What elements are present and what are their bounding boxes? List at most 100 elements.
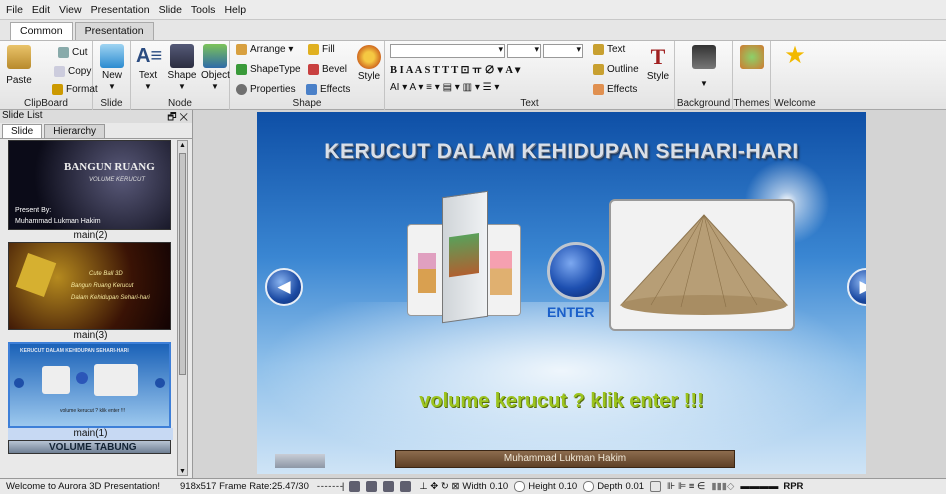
- font-size-select[interactable]: [507, 44, 541, 58]
- toolbar-icon[interactable]: [383, 481, 395, 492]
- text-node-button[interactable]: A≡ Text ▼: [135, 44, 163, 91]
- effects-button[interactable]: Effects: [306, 84, 350, 95]
- chevron-down-icon: ▼: [700, 79, 708, 88]
- conical-hat-icon: [619, 214, 789, 315]
- flip-card: [442, 190, 488, 324]
- paste-icon: [7, 45, 31, 69]
- distribute-tools[interactable]: ▮▮▮◇: [711, 481, 734, 492]
- slide-thumbnail[interactable]: Cute Ball 3D Bangun Ruang Kerucut Dalam …: [8, 242, 171, 330]
- globe-icon[interactable]: [547, 242, 605, 300]
- properties-button[interactable]: Properties: [236, 84, 296, 95]
- hat-card[interactable]: [609, 199, 795, 331]
- menu-slide[interactable]: Slide: [159, 4, 182, 16]
- shape-style-button[interactable]: Style: [356, 45, 382, 82]
- toolbar-icon[interactable]: [366, 481, 378, 492]
- width-value[interactable]: 0.10: [490, 481, 509, 492]
- new-slide-button[interactable]: New ▼: [99, 44, 125, 91]
- tab-hierarchy[interactable]: Hierarchy: [44, 124, 106, 138]
- node-group: A≡ Text ▼ Shape ▼ Object ▼ Node: [131, 41, 230, 111]
- height-value[interactable]: 0.10: [559, 481, 578, 492]
- bevel-button[interactable]: Bevel: [308, 64, 347, 75]
- menu-help[interactable]: Help: [224, 4, 246, 16]
- shapetype-icon: [236, 64, 247, 75]
- panel-title: Slide List: [2, 110, 43, 121]
- depth-label: Depth: [597, 481, 623, 492]
- text-style-button[interactable]: T Style: [645, 45, 671, 83]
- slide-thumbnail[interactable]: BANGUN RUANG VOLUME KERUCUT Present By: …: [8, 140, 171, 230]
- text-effects-button[interactable]: Effects: [593, 84, 637, 95]
- text-align-toolbar[interactable]: AI ▾ A ▾ ≡ ▾ ▤ ▾ ▥ ▾ ☰ ▾: [390, 82, 499, 93]
- tab-common[interactable]: Common: [10, 22, 73, 40]
- welcome-group[interactable]: ★ Welcome: [771, 41, 819, 111]
- menu-presentation[interactable]: Presentation: [91, 4, 150, 16]
- menu-view[interactable]: View: [59, 4, 82, 16]
- next-slide-button[interactable]: ▶: [847, 268, 866, 306]
- menu-file[interactable]: File: [6, 4, 23, 16]
- tab-presentation[interactable]: Presentation: [74, 22, 154, 40]
- text-outline-button[interactable]: Outline: [593, 64, 639, 75]
- shape-node-button[interactable]: Shape ▼: [167, 44, 197, 91]
- enter-label[interactable]: ENTER: [547, 304, 594, 320]
- panel-controls[interactable]: 🗗 ✕: [167, 110, 188, 123]
- nav-mini-buttons[interactable]: [275, 454, 325, 468]
- fill-button[interactable]: Fill: [308, 44, 335, 55]
- themes-group[interactable]: Themes: [733, 41, 771, 111]
- depth-toggle[interactable]: [583, 481, 595, 492]
- copy-button[interactable]: Copy: [54, 66, 91, 77]
- thumbnail-scrollbar[interactable]: ▲ ▼: [177, 140, 188, 476]
- text-a-icon: A≡: [136, 45, 163, 67]
- format-button[interactable]: Format: [52, 84, 98, 95]
- text-format-toolbar[interactable]: B I A A S T T T ⊡ ㅠ ∅ ▾ A ▾: [390, 62, 520, 77]
- toolbar-icon[interactable]: [400, 481, 412, 492]
- cut-button[interactable]: Cut: [58, 47, 88, 58]
- gear-icon: [236, 84, 247, 95]
- star-icon: ★: [784, 42, 806, 69]
- chevron-down-icon: ▼: [178, 82, 186, 91]
- paste-button[interactable]: Paste: [6, 45, 32, 86]
- scrollbar-thumb[interactable]: [179, 153, 186, 375]
- text-group: B I A A S T T T ⊡ ㅠ ∅ ▾ A ▾ AI ▾ A ▾ ≡ ▾…: [385, 41, 675, 111]
- prev-slide-button[interactable]: ◀: [265, 268, 303, 306]
- menu-bar: File Edit View Presentation Slide Tools …: [0, 0, 946, 20]
- arrange-button[interactable]: Arrange ▾: [236, 44, 293, 55]
- palette-icon: [357, 45, 381, 69]
- thumbnail-caption: main(2): [73, 230, 108, 241]
- prev-arrow-icon: [14, 378, 24, 388]
- slide-canvas[interactable]: KERUCUT DALAM KEHIDUPAN SEHARI-HARI ◀ ▶ …: [257, 112, 866, 474]
- shapetype-button[interactable]: ShapeType: [236, 64, 301, 75]
- font-extra-select[interactable]: [543, 44, 583, 58]
- text-t-icon: [593, 44, 604, 55]
- lock-icon[interactable]: [650, 481, 662, 492]
- background-group[interactable]: ▼ Background: [675, 41, 733, 111]
- font-name-select[interactable]: [390, 44, 505, 58]
- new-slide-icon: [100, 44, 124, 68]
- width-label: Width: [462, 481, 487, 492]
- align-tools[interactable]: ⊪ ⊫ ≡ ∈: [667, 481, 705, 492]
- shape-icon: [170, 44, 194, 68]
- slide-thumbnail[interactable]: VOLUME TABUNG: [8, 440, 171, 454]
- text-text-button[interactable]: Text: [593, 44, 625, 55]
- menu-tools[interactable]: Tools: [191, 4, 216, 16]
- tab-slide[interactable]: Slide: [2, 124, 43, 138]
- chevron-down-icon: ▼: [108, 82, 116, 91]
- height-toggle[interactable]: [514, 481, 526, 492]
- depth-value[interactable]: 0.01: [626, 481, 645, 492]
- next-arrow-icon: [155, 378, 165, 388]
- toolbar-icon[interactable]: [349, 481, 361, 492]
- object-node-button[interactable]: Object ▼: [201, 44, 230, 91]
- plant-image: [449, 233, 479, 278]
- next-arrow-icon: ▶: [859, 277, 866, 296]
- menu-edit[interactable]: Edit: [32, 4, 50, 16]
- icecream-icon: [490, 251, 512, 295]
- spacing-tools[interactable]: ▬▬▬▬: [740, 481, 778, 492]
- bevel-icon: [308, 64, 319, 75]
- render-tools[interactable]: RPR: [783, 481, 803, 492]
- move-tools[interactable]: ⊥ ✥ ↻ ⊠: [419, 481, 459, 492]
- slide-thumbnail-selected[interactable]: KERUCUT DALAM KEHIDUPAN SEHARI-HARI volu…: [8, 342, 171, 428]
- frame-info: 918x517 Frame Rate:25.47/30: [180, 481, 309, 492]
- status-bar: Welcome to Aurora 3D Presentation! 918x5…: [0, 478, 946, 494]
- scroll-down-icon[interactable]: ▼: [178, 468, 187, 475]
- scroll-up-icon[interactable]: ▲: [178, 141, 187, 151]
- thumbnail-list: BANGUN RUANG VOLUME KERUCUT Present By: …: [8, 140, 173, 454]
- timeline-slider[interactable]: - - - - - - -|: [317, 481, 344, 492]
